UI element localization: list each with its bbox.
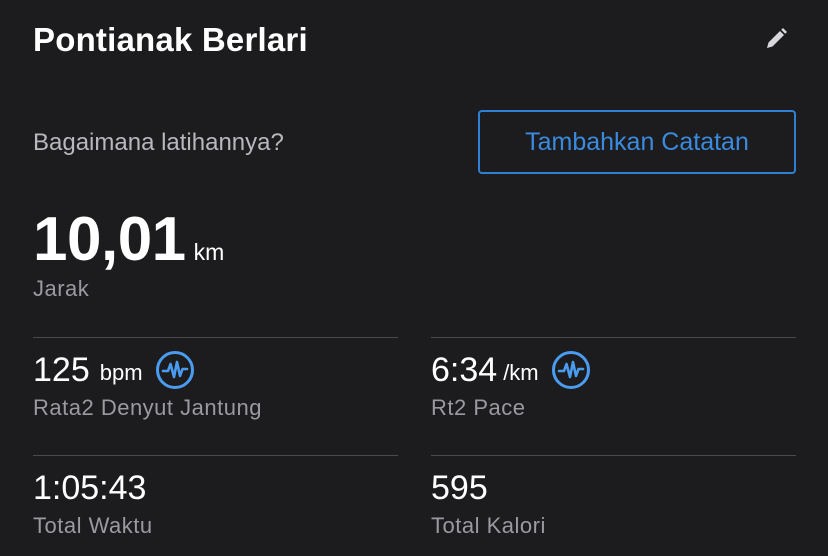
distance-unit: km xyxy=(193,239,225,265)
total-calories-value: 595 xyxy=(431,469,488,507)
pencil-icon xyxy=(763,26,789,57)
heart-rate-value: 125 xyxy=(33,351,90,389)
notes-row: Bagaimana latihannya? Tambahkan Catatan xyxy=(33,110,796,176)
heart-rate-label: Rata2 Denyut Jantung xyxy=(33,395,262,420)
total-time-stat: 1:05:43 Total Waktu xyxy=(33,468,398,540)
total-calories-stat: 595 Total Kalori xyxy=(431,468,796,540)
workout-feedback-prompt: Bagaimana latihannya? xyxy=(33,129,284,156)
distance-value: 10,01 xyxy=(33,205,186,274)
total-calories-label: Total Kalori xyxy=(431,513,546,538)
distance-stat: 10,01 km xyxy=(33,205,224,275)
pace-chart-icon[interactable] xyxy=(551,350,591,390)
heart-rate-unit: bpm xyxy=(99,360,143,385)
heart-rate-stat[interactable]: 125 bpm Rata2 Denyut Jantung xyxy=(33,350,398,422)
pace-label: Rt2 Pace xyxy=(431,395,526,420)
pace-stat[interactable]: 6:34 /km Rt2 Pace xyxy=(431,350,796,422)
total-time-value: 1:05:43 xyxy=(33,469,147,507)
divider xyxy=(431,337,796,338)
total-time-label: Total Waktu xyxy=(33,513,153,538)
heart-rate-icon[interactable] xyxy=(155,350,195,390)
pace-unit: /km xyxy=(503,360,539,385)
divider xyxy=(33,455,398,456)
divider xyxy=(431,455,796,456)
pace-value: 6:34 xyxy=(431,351,498,389)
activity-title: Pontianak Berlari xyxy=(33,21,308,58)
distance-label: Jarak xyxy=(33,276,90,301)
add-note-button[interactable]: Tambahkan Catatan xyxy=(478,110,796,174)
edit-title-button[interactable] xyxy=(759,24,793,58)
activity-header: Pontianak Berlari xyxy=(33,18,793,66)
divider xyxy=(33,337,398,338)
